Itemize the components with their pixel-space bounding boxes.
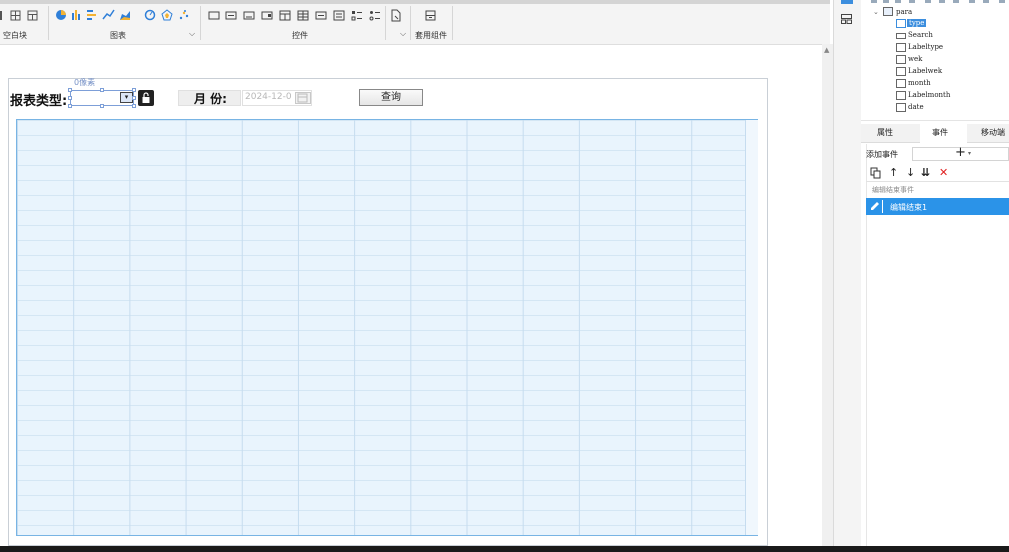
bottom-status-strip bbox=[0, 546, 1009, 552]
gantt-chart-icon[interactable] bbox=[87, 10, 96, 20]
resize-handle[interactable] bbox=[68, 88, 72, 92]
toolbar-separator bbox=[48, 6, 49, 40]
label-node-icon bbox=[896, 67, 906, 76]
tree-node-type[interactable]: type bbox=[907, 19, 927, 27]
list-widget-icon[interactable] bbox=[333, 10, 345, 21]
add-event-label: 添加事件 bbox=[866, 150, 898, 159]
radar-chart-icon[interactable] bbox=[161, 9, 173, 21]
add-icon[interactable]: + bbox=[955, 145, 966, 160]
date-picker-button[interactable] bbox=[295, 92, 311, 104]
tab-properties[interactable]: 属性 bbox=[877, 127, 893, 138]
widget-tree[interactable]: ⌄ para type Search Labeltype wek Labelwe… bbox=[861, 0, 1009, 121]
toolbar-group-apply-label: 套用组件 bbox=[415, 31, 447, 40]
tree-toolbar-icons bbox=[871, 0, 1005, 3]
month-date-value: 2024-12-0 bbox=[245, 92, 292, 102]
delete-icon[interactable]: ✕ bbox=[939, 166, 948, 179]
toolbar-separator bbox=[385, 6, 386, 40]
area-chart-icon[interactable] bbox=[120, 11, 130, 20]
side-strip-active-tab[interactable] bbox=[841, 0, 853, 4]
apply-component-icon[interactable] bbox=[425, 9, 437, 23]
tree-node-wek[interactable]: wek bbox=[908, 55, 922, 63]
label-node-icon bbox=[896, 91, 906, 100]
resize-handle[interactable] bbox=[132, 88, 136, 92]
para-container-icon bbox=[883, 7, 893, 16]
query-button[interactable]: 查询 bbox=[359, 89, 423, 106]
tree-node-labeltype[interactable]: Labeltype bbox=[908, 43, 943, 51]
move-up-icon[interactable]: ↑ bbox=[889, 166, 898, 179]
tree-node-labelwek[interactable]: Labelwek bbox=[908, 67, 942, 75]
gauge-chart-icon[interactable] bbox=[144, 9, 156, 21]
toolbar-separator bbox=[452, 6, 453, 40]
tree-node-date[interactable]: date bbox=[908, 103, 924, 111]
lock-icon bbox=[142, 92, 150, 103]
move-down-icon[interactable]: ↓ bbox=[906, 166, 915, 179]
text-node-icon bbox=[896, 55, 906, 64]
toolbar-top-strip bbox=[0, 0, 830, 4]
blank-block-icons bbox=[0, 10, 38, 21]
side-tool-strip bbox=[833, 0, 862, 546]
chevron-down-icon[interactable]: ▾ bbox=[968, 150, 971, 157]
chart-icons-row bbox=[56, 9, 189, 21]
toolbar-group-blank-label: 空白块 bbox=[3, 31, 27, 40]
radio-group-icon[interactable] bbox=[369, 11, 380, 21]
number-widget-icon[interactable] bbox=[315, 11, 327, 20]
tree-node-labelmonth[interactable]: Labelmonth bbox=[908, 91, 950, 99]
toolbar-group-chart-label: 图表 bbox=[110, 31, 126, 40]
tab-mobile[interactable]: 移动端 bbox=[981, 127, 1005, 138]
combo-node-icon bbox=[896, 19, 906, 28]
line-chart-icon[interactable] bbox=[102, 9, 115, 20]
layout-panel-icon[interactable] bbox=[841, 14, 852, 24]
label-node-icon bbox=[896, 43, 906, 52]
date-node-icon bbox=[896, 103, 906, 112]
date-widget-icon[interactable] bbox=[279, 10, 291, 21]
lock-button[interactable] bbox=[138, 90, 154, 106]
move-bottom-icon[interactable]: ⇊ bbox=[921, 166, 930, 179]
event-list-item[interactable] bbox=[866, 198, 1009, 215]
edit-icon[interactable] bbox=[868, 200, 883, 213]
canvas-vertical-scrollbar[interactable] bbox=[822, 44, 833, 546]
grid-right-margin bbox=[745, 120, 758, 535]
upload-widget-icon[interactable] bbox=[390, 9, 402, 23]
tree-node-para[interactable]: para bbox=[896, 8, 912, 16]
tree-node-month[interactable]: month bbox=[908, 79, 931, 87]
text-widget-icon[interactable] bbox=[225, 11, 237, 20]
control-icons-row bbox=[208, 10, 380, 21]
button-widget-icon[interactable] bbox=[243, 11, 255, 20]
text-node-icon bbox=[896, 79, 906, 88]
toolbar-separator bbox=[410, 6, 411, 40]
toolbar-separator bbox=[200, 6, 201, 40]
copy-icon[interactable] bbox=[870, 167, 882, 179]
event-section-title: 编辑结束事件 bbox=[872, 186, 914, 194]
resize-handle[interactable] bbox=[100, 104, 104, 108]
chart-group-expand-icon[interactable]: ⌵ bbox=[189, 29, 195, 39]
combo-widget-icon[interactable] bbox=[261, 11, 273, 20]
report-type-label[interactable]: 报表类型: bbox=[10, 90, 67, 109]
pie-chart-icon[interactable] bbox=[56, 10, 66, 20]
event-item-label: 编辑结束1 bbox=[890, 203, 928, 212]
widget-width-hint: 0像素 bbox=[74, 78, 96, 87]
checkbox-group-icon[interactable] bbox=[351, 11, 362, 21]
resize-handle[interactable] bbox=[68, 96, 72, 100]
resize-handle[interactable] bbox=[100, 88, 104, 92]
bar-chart-icon[interactable] bbox=[72, 10, 80, 20]
toolbar-group-control-label: 控件 bbox=[292, 31, 308, 40]
control-group-expand-icon[interactable]: ⌵ bbox=[400, 29, 406, 39]
resize-handle[interactable] bbox=[68, 104, 72, 108]
event-toolbar bbox=[866, 165, 1009, 182]
label-widget-icon[interactable] bbox=[208, 11, 220, 20]
button-node-icon bbox=[896, 33, 906, 39]
scatter-chart-icon[interactable] bbox=[179, 10, 189, 20]
calendar-icon bbox=[297, 93, 308, 103]
tree-expand-icon[interactable]: ⌄ bbox=[873, 8, 879, 16]
resize-handle[interactable] bbox=[132, 104, 136, 108]
tree-node-search[interactable]: Search bbox=[908, 31, 933, 39]
table-widget-icon[interactable] bbox=[297, 10, 309, 21]
scroll-up-icon[interactable]: ▲ bbox=[824, 46, 829, 54]
month-label: 月 份: bbox=[194, 92, 227, 106]
report-cell-grid[interactable] bbox=[16, 119, 758, 536]
resize-handle[interactable] bbox=[132, 96, 136, 100]
tab-events[interactable]: 事件 bbox=[932, 127, 948, 138]
